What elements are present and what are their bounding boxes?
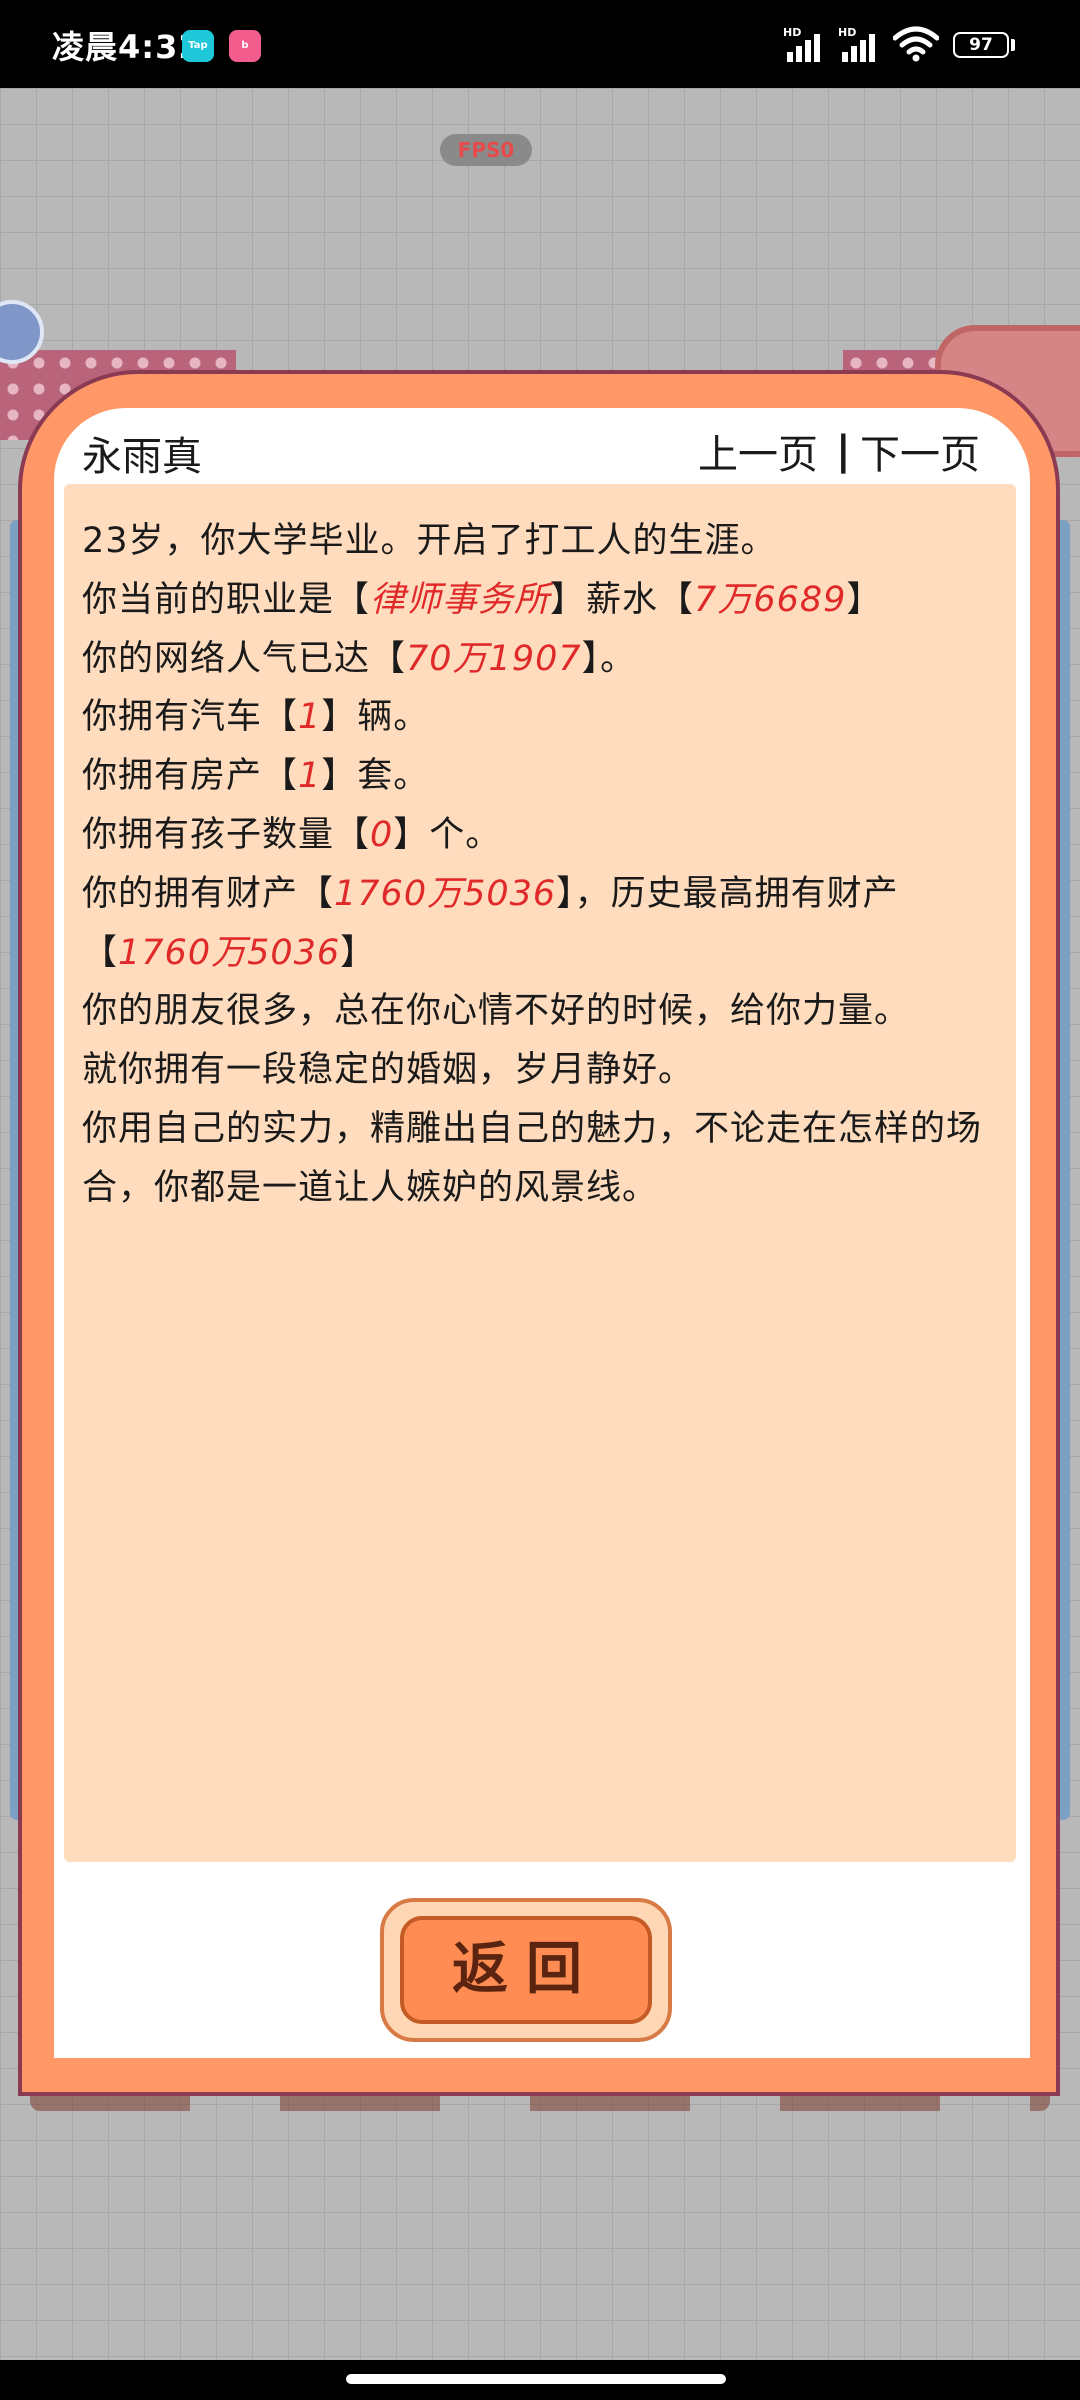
life-summary-text: 23岁，你大学毕业。开启了打工人的生涯。 你当前的职业是【律师事务所】薪水【7万… xyxy=(82,512,1002,1218)
prev-page-button[interactable]: 上一页 xyxy=(698,422,818,480)
battery-level: 97 xyxy=(969,35,993,55)
summary-line-career: 你当前的职业是【律师事务所】薪水【7万6689】 xyxy=(82,579,883,620)
summary-line-wealth: 你的拥有财产【1760万5036】，历史最高拥有财产 xyxy=(82,873,899,914)
battery-tip xyxy=(1011,39,1015,51)
summary-line-marriage: 就你拥有一段稳定的婚姻，岁月静好。 xyxy=(82,1050,695,1091)
summary-line-houses: 你拥有房产【1】套。 xyxy=(82,756,430,797)
salary-value: 7万6689 xyxy=(694,579,847,620)
return-button-label[interactable]: 返回 xyxy=(400,1916,652,2024)
summary-line-friends: 你的朋友很多，总在你心情不好的时候，给你力量。 xyxy=(82,991,911,1032)
max-wealth-value: 1760万5036 xyxy=(118,932,341,973)
return-button[interactable]: 返回 xyxy=(380,1898,672,2042)
summary-line-kids: 你拥有孩子数量【0】个。 xyxy=(82,814,502,855)
career-value: 律师事务所 xyxy=(370,579,551,620)
signal-icon-sim1: HD xyxy=(783,26,827,62)
wifi-icon xyxy=(893,26,939,62)
home-indicator[interactable] xyxy=(346,2374,726,2384)
kids-value: 0 xyxy=(370,814,394,855)
hd-label: HD xyxy=(838,26,857,39)
summary-line-charm: 你用自己的实力，精雕出自己的魅力，不论走在怎样的场合，你都是一道让人嫉妒的风景线… xyxy=(82,1108,983,1208)
status-bar: 凌晨4:32 Tap b HD HD 97 xyxy=(0,0,1080,88)
houses-value: 1 xyxy=(298,756,322,797)
summary-line: 23岁，你大学毕业。开启了打工人的生涯。 xyxy=(82,521,777,561)
character-name: 永雨真 xyxy=(82,434,202,480)
fps-label: FPS0 xyxy=(440,134,532,166)
summary-line-max-wealth: 【1760万5036】 xyxy=(82,932,377,973)
popularity-value: 70万1907 xyxy=(406,638,582,679)
summary-line-cars: 你拥有汽车【1】辆。 xyxy=(82,697,430,738)
page-divider: | xyxy=(836,428,851,474)
cars-value: 1 xyxy=(298,697,322,738)
summary-line-popularity: 你的网络人气已达【70万1907】。 xyxy=(82,638,637,679)
wealth-value: 1760万5036 xyxy=(334,873,557,914)
hd-label: HD xyxy=(783,26,802,39)
signal-icon-sim2: HD xyxy=(838,26,882,62)
bilibili-app-icon: b xyxy=(229,30,261,62)
status-time: 凌晨4:32 xyxy=(52,28,202,66)
next-page-button[interactable]: 下一页 xyxy=(860,422,980,480)
taptap-app-icon: Tap xyxy=(182,30,214,62)
battery-icon: 97 xyxy=(953,32,1009,58)
